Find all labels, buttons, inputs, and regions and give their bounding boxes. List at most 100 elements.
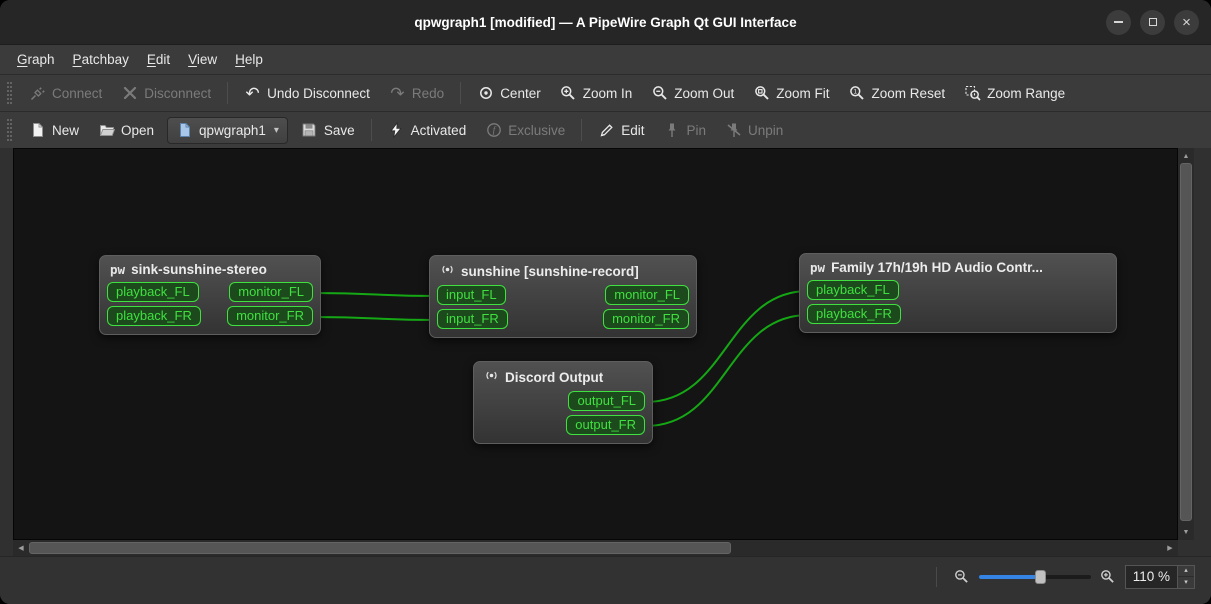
patchbay-combo[interactable]: qpwgraph1 ▾ xyxy=(167,116,288,144)
file-toolbar: New Open qpwgraph1 ▾ Save Activated f Ex… xyxy=(0,111,1211,148)
node-family-audio[interactable]: pw Family 17h/19h HD Audio Contr... playba… xyxy=(799,253,1117,333)
menu-graph[interactable]: Graph xyxy=(8,48,64,71)
scrollbar-corner xyxy=(1178,540,1194,556)
speaker-icon xyxy=(440,262,455,280)
redo-button[interactable]: ↷ Redo xyxy=(380,79,453,108)
minimize-button[interactable] xyxy=(1106,9,1131,35)
node-sunshine[interactable]: sunshine [sunshine-record] input_FL monito… xyxy=(429,255,697,338)
menu-help[interactable]: Help xyxy=(226,48,272,71)
zoom-range-icon xyxy=(964,85,981,102)
horizontal-scrollbar[interactable]: ◀ ▶ xyxy=(13,540,1178,556)
port-row: output_FL xyxy=(481,391,645,411)
zoom-in-button[interactable]: Zoom In xyxy=(551,79,642,108)
close-icon: × xyxy=(1182,13,1191,31)
lightning-bolt-icon xyxy=(388,122,405,139)
node-header[interactable]: sunshine [sunshine-record] xyxy=(434,261,692,285)
vertical-scrollbar-thumb[interactable] xyxy=(1180,163,1192,521)
zoom-range-button[interactable]: Zoom Range xyxy=(955,79,1074,108)
edit-label: Edit xyxy=(621,122,645,138)
pin-button[interactable]: Pin xyxy=(655,116,716,145)
titlebar: qpwgraph1 [modified] — A PipeWire Graph … xyxy=(0,0,1211,44)
node-title: sunshine [sunshine-record] xyxy=(461,263,639,279)
node-sink-sunshine-stereo[interactable]: pw sink-sunshine-stereo playback_FL monitor… xyxy=(99,255,321,335)
connection-wire[interactable] xyxy=(313,316,439,321)
center-button[interactable]: Center xyxy=(468,79,550,108)
port-sink-sunshine-stereo-monitor_FL[interactable]: monitor_FL xyxy=(229,282,313,302)
unpin-button[interactable]: Unpin xyxy=(716,116,792,145)
window-title: qpwgraph1 [modified] — A PipeWire Graph … xyxy=(414,14,797,30)
zoom-slider-handle[interactable] xyxy=(1035,569,1047,584)
menu-edit[interactable]: Edit xyxy=(138,48,179,71)
activated-button[interactable]: Activated xyxy=(379,116,476,145)
menu-patchbay[interactable]: Patchbay xyxy=(64,48,138,71)
toolbar-drag-handle[interactable] xyxy=(7,119,12,141)
toolbar-separator xyxy=(370,119,372,141)
scroll-up-arrow[interactable]: ▲ xyxy=(1179,149,1193,163)
port-row: playback_FL monitor_FL xyxy=(107,282,313,302)
port-sink-sunshine-stereo-playback_FR[interactable]: playback_FR xyxy=(107,306,201,326)
new-button[interactable]: New xyxy=(20,116,88,145)
spin-down-button[interactable]: ▾ xyxy=(1178,577,1194,588)
save-button[interactable]: Save xyxy=(292,116,364,145)
port-discord-output-output_FR[interactable]: output_FR xyxy=(566,415,645,435)
zoom-fit-button[interactable]: Zoom Fit xyxy=(744,79,838,108)
zoom-reset-icon: 1 xyxy=(849,85,866,102)
open-button[interactable]: Open xyxy=(89,116,163,145)
disconnect-button[interactable]: Disconnect xyxy=(112,79,220,108)
chevron-down-icon: ▾ xyxy=(273,124,279,136)
zoom-fit-label: Zoom Fit xyxy=(776,85,830,101)
redo-label: Redo xyxy=(411,85,445,101)
scroll-down-arrow[interactable]: ▼ xyxy=(1179,525,1193,539)
connection-wire[interactable] xyxy=(313,292,439,297)
node-header[interactable]: pw Family 17h/19h HD Audio Contr... xyxy=(804,259,1112,280)
graph-canvas[interactable]: pw sink-sunshine-stereo playback_FL monitor… xyxy=(13,148,1178,540)
scroll-left-arrow[interactable]: ◀ xyxy=(14,541,28,555)
statusbar-separator xyxy=(935,566,937,587)
spin-up-button[interactable]: ▴ xyxy=(1178,565,1194,577)
statusbar: 110 % ▴ ▾ xyxy=(0,556,1211,604)
port-sunshine-monitor_FL[interactable]: monitor_FL xyxy=(605,285,689,305)
port-family-audio-playback_FL[interactable]: playback_FL xyxy=(807,280,899,300)
port-row: output_FR xyxy=(481,415,645,435)
port-sunshine-input_FR[interactable]: input_FR xyxy=(437,309,508,329)
node-discord-output[interactable]: Discord Output output_FL output_FR xyxy=(473,361,653,444)
pin-icon xyxy=(664,122,681,139)
unpin-label: Unpin xyxy=(748,122,784,138)
connect-button[interactable]: Connect xyxy=(20,79,111,108)
port-sink-sunshine-stereo-playback_FL[interactable]: playback_FL xyxy=(107,282,199,302)
close-button[interactable]: × xyxy=(1174,9,1199,35)
toolbar-drag-handle[interactable] xyxy=(7,82,12,104)
port-row: input_FL monitor_FL xyxy=(437,285,689,305)
exclusive-button[interactable]: f Exclusive xyxy=(476,116,574,145)
open-label: Open xyxy=(121,122,155,138)
patchbay-file-icon xyxy=(176,122,193,139)
node-title: sink-sunshine-stereo xyxy=(131,262,267,277)
zoom-range-label: Zoom Range xyxy=(987,85,1066,101)
horizontal-scrollbar-thumb[interactable] xyxy=(29,542,731,554)
node-header[interactable]: pw sink-sunshine-stereo xyxy=(104,261,316,282)
undo-disconnect-button[interactable]: ↶ Undo Disconnect xyxy=(235,79,379,108)
zoom-reset-button[interactable]: 1 Zoom Reset xyxy=(840,79,955,108)
zoom-value[interactable]: 110 % xyxy=(1126,566,1177,588)
zoom-spinbox[interactable]: 110 % ▴ ▾ xyxy=(1124,564,1195,589)
scroll-right-arrow[interactable]: ▶ xyxy=(1163,541,1177,555)
menubar: Graph Patchbay Edit View Help xyxy=(0,44,1211,74)
svg-text:f: f xyxy=(492,125,496,136)
center-label: Center xyxy=(500,85,541,101)
port-sunshine-monitor_FR[interactable]: monitor_FR xyxy=(603,309,689,329)
zoom-out-button[interactable]: Zoom Out xyxy=(642,79,743,108)
port-sunshine-input_FL[interactable]: input_FL xyxy=(437,285,506,305)
port-sink-sunshine-stereo-monitor_FR[interactable]: monitor_FR xyxy=(227,306,313,326)
zoom-slider[interactable] xyxy=(978,569,1091,585)
new-file-icon xyxy=(29,122,46,139)
port-family-audio-playback_FR[interactable]: playback_FR xyxy=(807,304,901,324)
menu-view[interactable]: View xyxy=(179,48,226,71)
toolbar-separator xyxy=(460,82,462,104)
node-header[interactable]: Discord Output xyxy=(478,367,648,391)
connections-layer xyxy=(313,290,809,427)
port-discord-output-output_FL[interactable]: output_FL xyxy=(568,391,645,411)
edit-button[interactable]: Edit xyxy=(589,116,653,145)
zoom-out-label: Zoom Out xyxy=(674,85,735,101)
maximize-button[interactable] xyxy=(1140,9,1165,35)
vertical-scrollbar[interactable]: ▲ ▼ xyxy=(1178,148,1194,540)
